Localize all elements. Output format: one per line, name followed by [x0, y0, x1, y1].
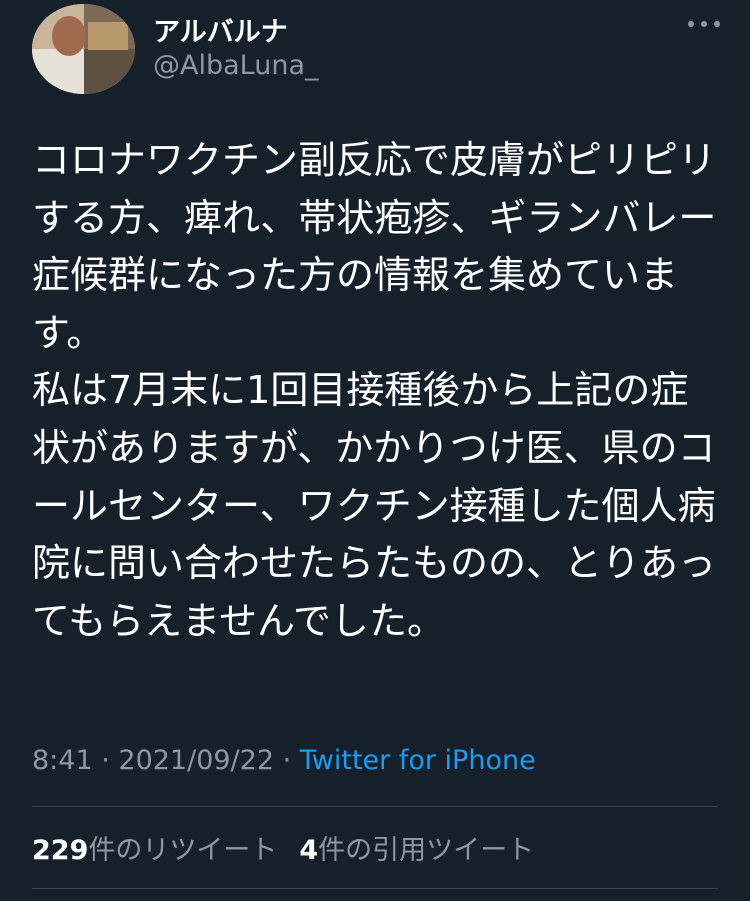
more-dot [688, 21, 694, 27]
tweet-date[interactable]: 2021/09/22 [118, 745, 274, 776]
avatar[interactable] [32, 4, 135, 94]
quotes-stat[interactable]: 4件の引用ツイート [299, 828, 534, 867]
more-dot [701, 21, 707, 27]
divider [32, 806, 718, 807]
more-dot [714, 21, 720, 27]
quotes-count: 4 [299, 835, 319, 866]
author-username[interactable]: @AlbaLuna_ [153, 50, 319, 81]
tweet-source-link[interactable]: Twitter for iPhone [300, 745, 536, 776]
divider [32, 888, 718, 889]
retweets-count: 229 [32, 835, 89, 866]
tweet-text: コロナワクチン副反応で皮膚がピリピリする方、痺れ、帯状疱疹、ギランバレー症候群に… [32, 138, 717, 643]
tweet-stats: 229件のリツイート 4件の引用ツイート [32, 828, 534, 867]
retweets-stat[interactable]: 229件のリツイート [32, 828, 277, 867]
author-display-name[interactable]: アルバルナ [153, 10, 288, 49]
more-horizontal-icon[interactable] [686, 10, 722, 38]
tweet-time[interactable]: 8:41 [32, 745, 93, 776]
tweet-header: アルバルナ @AlbaLuna_ [32, 4, 722, 94]
meta-separator: · [274, 745, 300, 776]
meta-separator: · [92, 745, 119, 776]
quotes-label: 件の引用ツイート [318, 835, 535, 866]
tweet-detail: アルバルナ @AlbaLuna_ コロナワクチン副反応で皮膚がピリピリする方、痺… [0, 0, 750, 901]
tweet-metadata: 8:41 · 2021/09/22 · Twitter for iPhone [32, 745, 536, 776]
retweets-label: 件のリツイート [88, 835, 278, 866]
